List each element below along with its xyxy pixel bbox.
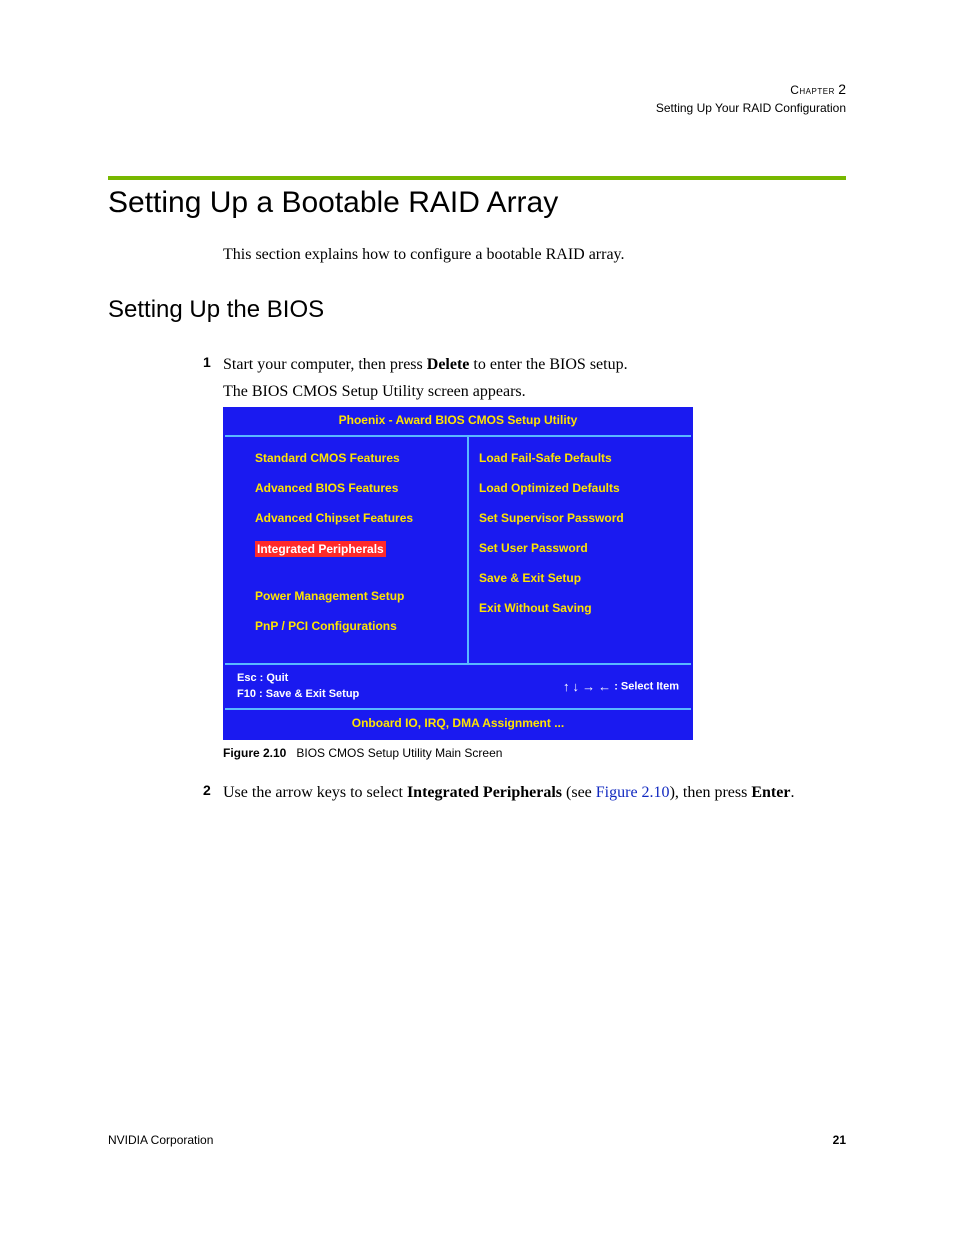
figure-number: Figure 2.10 (223, 746, 286, 760)
step2-bold2: Enter (751, 784, 790, 801)
chapter-title: Setting Up Your RAID Configuration (108, 100, 846, 117)
bios-screenshot: Phoenix - Award BIOS CMOS Setup Utility … (223, 407, 693, 740)
bios-menu-item: Advanced BIOS Features (255, 481, 455, 495)
bios-menu-item: Load Optimized Defaults (479, 481, 679, 495)
chapter-header: Chapter 2 Setting Up Your RAID Configura… (108, 80, 846, 116)
bios-menu-item: Power Management Setup (255, 589, 455, 603)
page-footer: NVIDIA Corporation 21 (108, 1133, 846, 1147)
intro-text: This section explains how to configure a… (223, 246, 846, 264)
page-title: Setting Up a Bootable RAID Array (108, 186, 846, 220)
arrow-down-icon: ↓ (573, 679, 580, 694)
arrow-right-icon: → (582, 679, 595, 694)
bios-menu-item: Standard CMOS Features (255, 451, 455, 465)
step1-pre: Start your computer, then press (223, 356, 427, 373)
section-rule (108, 176, 846, 180)
bios-left-column: Standard CMOS Features Advanced BIOS Fea… (225, 437, 469, 663)
bios-keys-row: Esc : Quit F10 : Save & Exit Setup ↑ ↓ →… (225, 665, 691, 710)
step-1: 1 Start your computer, then press Delete… (223, 354, 846, 760)
bios-menu-item: Set Supervisor Password (479, 511, 679, 525)
bios-key-esc: Esc : Quit (237, 671, 563, 686)
bios-select-item-label: : Select Item (614, 680, 679, 692)
step2-mid1: (see (562, 784, 596, 801)
footer-corp: NVIDIA Corporation (108, 1133, 213, 1147)
figure-text: BIOS CMOS Setup Utility Main Screen (296, 746, 502, 760)
chapter-number: 2 (838, 81, 846, 97)
step-2: 2 Use the arrow keys to select Integrate… (223, 782, 846, 804)
page-number: 21 (833, 1133, 846, 1147)
arrow-up-icon: ↑ (563, 679, 570, 694)
bios-right-column: Load Fail-Safe Defaults Load Optimized D… (469, 437, 691, 663)
step-number: 1 (203, 354, 211, 370)
chapter-word: Chapter (790, 83, 835, 97)
step1-post: to enter the BIOS setup. (469, 356, 627, 373)
arrow-left-icon: ← (598, 679, 611, 694)
bios-menu-item: Set User Password (479, 541, 679, 555)
step2-post: . (790, 784, 794, 801)
step-number: 2 (203, 782, 211, 798)
step1-sub: The BIOS CMOS Setup Utility screen appea… (223, 381, 846, 403)
bios-menu-item: Advanced Chipset Features (255, 511, 455, 525)
step1-bold: Delete (427, 356, 470, 373)
bios-menu-item: PnP / PCI Configurations (255, 619, 455, 633)
bios-key-f10: F10 : Save & Exit Setup (237, 687, 563, 702)
step2-mid2: ), then press (670, 784, 752, 801)
bios-menu-item-selected: Integrated Peripherals (255, 541, 386, 557)
bios-bottom-hint: Onboard IO, IRQ, DMA Assignment ... (225, 710, 691, 738)
figure-caption: Figure 2.10 BIOS CMOS Setup Utility Main… (223, 746, 846, 760)
step2-bold1: Integrated Peripherals (407, 784, 562, 801)
bios-menu-item: Exit Without Saving (479, 601, 679, 615)
step2-pre: Use the arrow keys to select (223, 784, 407, 801)
section-subtitle: Setting Up the BIOS (108, 296, 846, 324)
figure-link[interactable]: Figure 2.10 (596, 784, 670, 801)
bios-menu-item: Save & Exit Setup (479, 571, 679, 585)
bios-body: Standard CMOS Features Advanced BIOS Fea… (225, 435, 691, 665)
bios-title: Phoenix - Award BIOS CMOS Setup Utility (225, 409, 691, 435)
bios-menu-item: Load Fail-Safe Defaults (479, 451, 679, 465)
